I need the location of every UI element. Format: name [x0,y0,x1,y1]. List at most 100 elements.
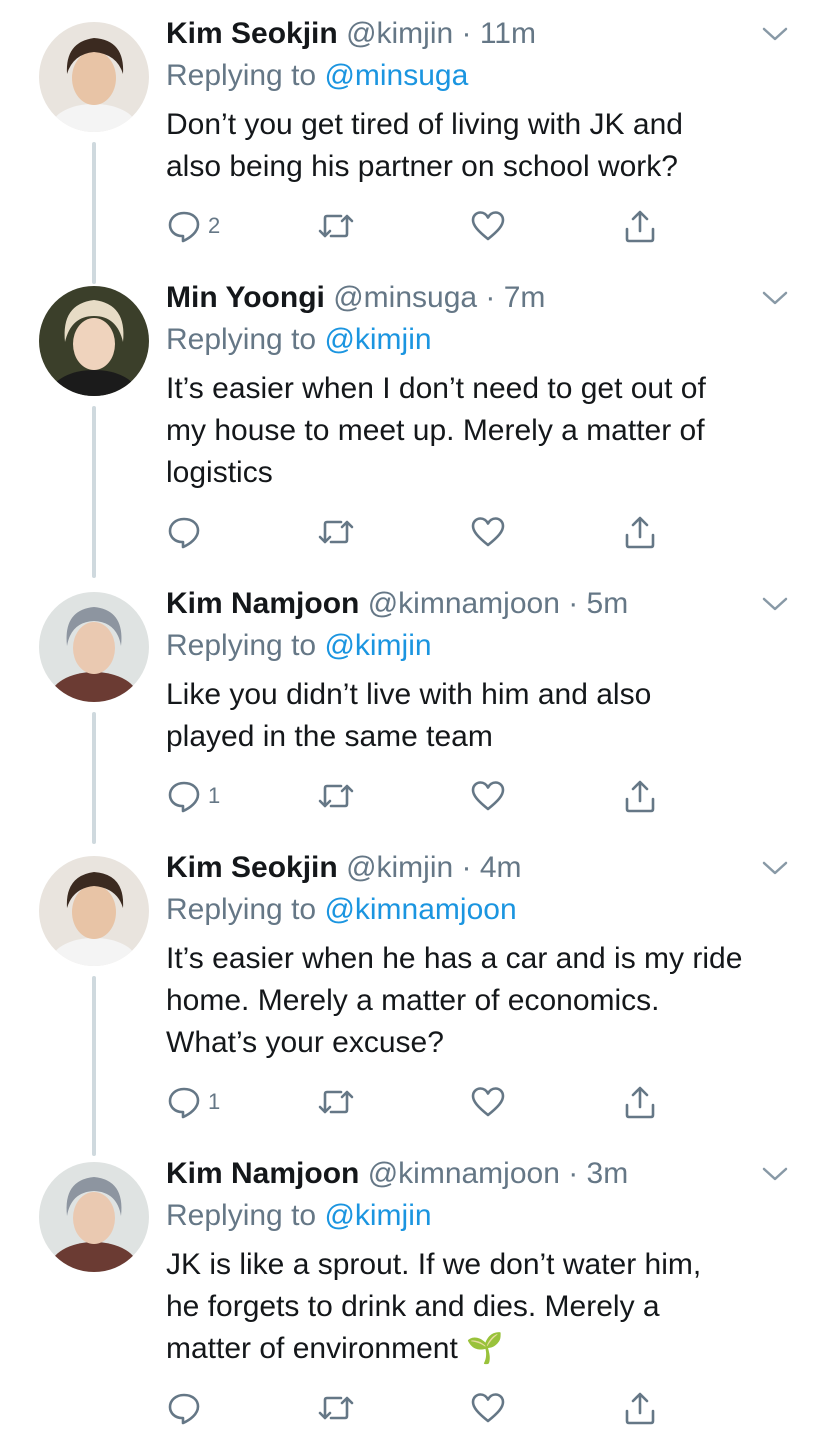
display-name[interactable]: Min Yoongi [166,281,325,314]
retweet-icon [318,1396,354,1420]
replying-handle[interactable]: @kimnamjoon [324,893,516,926]
reply-count: 1 [208,783,221,808]
display-name[interactable]: Kim Seokjin [166,17,338,50]
tweet-text-line: home. Merely a matter of economics. [166,984,660,1017]
replying-handle[interactable]: @kimjin [324,1199,431,1232]
reply-button[interactable]: 2 [166,206,220,246]
replying-label: Replying to [166,893,317,926]
tweet-header: Kim Namjoon @kimnamjoon · 3m [166,1154,628,1194]
tweet[interactable]: Kim Seokjin @kimjin · 4m Replying to @ki… [0,834,828,1156]
retweet-button[interactable] [316,1388,356,1428]
retweet-icon [318,1090,354,1114]
share-button[interactable] [622,1082,658,1122]
like-button[interactable] [470,1388,506,1428]
tweet-text-line: It’s easier when I don’t need to get out… [166,372,706,405]
display-name[interactable]: Kim Namjoon [166,587,359,620]
avatar-namjoon [39,592,149,702]
share-button[interactable] [622,776,658,816]
heart-icon [471,781,505,811]
chevron-down-icon[interactable] [760,1164,790,1184]
share-icon [625,516,655,549]
tweet-text-line: matter of environment 🌱 [166,1332,504,1365]
tweet-text-line: he forgets to drink and dies. Merely a [166,1290,660,1323]
reply-button[interactable] [166,512,208,552]
display-name[interactable]: Kim Seokjin [166,851,338,884]
handle-time: @kimjin · 11m [346,17,536,50]
reply-button[interactable]: 1 [166,1082,220,1122]
tweet[interactable]: Kim Seokjin @kimjin · 11m Replying to @m… [0,0,828,290]
tweet-text: Like you didn’t live with him and also p… [166,674,796,758]
share-button[interactable] [622,512,658,552]
replying-to: Replying to @kimjin [166,320,432,360]
tweet-text-line: It’s easier when he has a car and is my … [166,942,743,975]
like-button[interactable] [470,1082,506,1122]
heart-icon [471,517,505,547]
reply-button[interactable]: 1 [166,776,220,816]
avatar-yoongi [39,286,149,396]
share-icon [625,1392,655,1425]
tweet-text: It’s easier when he has a car and is my … [166,938,796,1064]
share-button[interactable] [622,206,658,246]
replying-to: Replying to @kimjin [166,1196,432,1236]
avatar[interactable] [39,1162,149,1272]
tweet-thread: Kim Seokjin @kimjin · 11m Replying to @m… [0,0,828,1441]
handle-time: @kimnamjoon · 3m [367,1157,629,1190]
tweet[interactable]: Min Yoongi @minsuga · 7m Replying to @ki… [0,264,828,578]
replying-to: Replying to @kimjin [166,626,432,666]
reply-icon [168,1393,200,1425]
tweet-header: Kim Seokjin @kimjin · 4m [166,848,522,888]
reply-count: 2 [208,213,221,238]
retweet-button[interactable] [316,512,356,552]
tweet-text-line: logistics [166,456,273,489]
chevron-down-icon[interactable] [760,858,790,878]
tweet[interactable]: Kim Namjoon @kimnamjoon · 3m Replying to… [0,1140,828,1441]
replying-handle[interactable]: @kimjin [324,629,431,662]
tweet-text-line: played in the same team [166,720,493,753]
tweet-text-line: What’s your excuse? [166,1026,444,1059]
tweet-actions [166,512,686,552]
chevron-down-icon[interactable] [760,594,790,614]
thread-connector [92,712,96,844]
tweet-header: Kim Seokjin @kimjin · 11m [166,14,536,54]
replying-handle[interactable]: @minsuga [324,59,468,92]
chevron-down-icon[interactable] [760,288,790,308]
display-name[interactable]: Kim Namjoon [166,1157,359,1190]
avatar[interactable] [39,592,149,702]
retweet-button[interactable] [316,206,356,246]
tweet-text-line: my house to meet up. Merely a matter of [166,414,705,447]
avatar[interactable] [39,22,149,132]
tweet-actions [166,1388,686,1428]
tweet-actions: 1 [166,1082,686,1122]
thread-connector [92,976,96,1156]
chevron-down-icon[interactable] [760,24,790,44]
reply-count: 1 [208,1089,221,1114]
heart-icon [471,1393,505,1423]
retweet-button[interactable] [316,776,356,816]
avatar-seokjin [39,856,149,966]
heart-icon [471,211,505,241]
tweet-actions: 1 [166,776,686,816]
replying-to: Replying to @minsuga [166,56,468,96]
like-button[interactable] [470,776,506,816]
reply-icon [168,517,200,549]
avatar[interactable] [39,856,149,966]
reply-button[interactable] [166,1388,208,1428]
share-button[interactable] [622,1388,658,1428]
avatar[interactable] [39,286,149,396]
retweet-button[interactable] [316,1082,356,1122]
replying-label: Replying to [166,629,317,662]
tweet[interactable]: Kim Namjoon @kimnamjoon · 5m Replying to… [0,570,828,844]
like-button[interactable] [470,206,506,246]
reply-icon [168,781,200,813]
tweet-actions: 2 [166,206,686,246]
handle-time: @minsuga · 7m [333,281,546,314]
reply-icon [168,211,200,243]
like-button[interactable] [470,512,506,552]
replying-handle[interactable]: @kimjin [324,323,431,356]
replying-label: Replying to [166,323,317,356]
tweet-text: JK is like a sprout. If we don’t water h… [166,1244,796,1370]
thread-connector [92,142,96,284]
tweet-text-line: also being his partner on school work? [166,150,678,183]
tweet-header: Kim Namjoon @kimnamjoon · 5m [166,584,628,624]
retweet-icon [318,784,354,808]
